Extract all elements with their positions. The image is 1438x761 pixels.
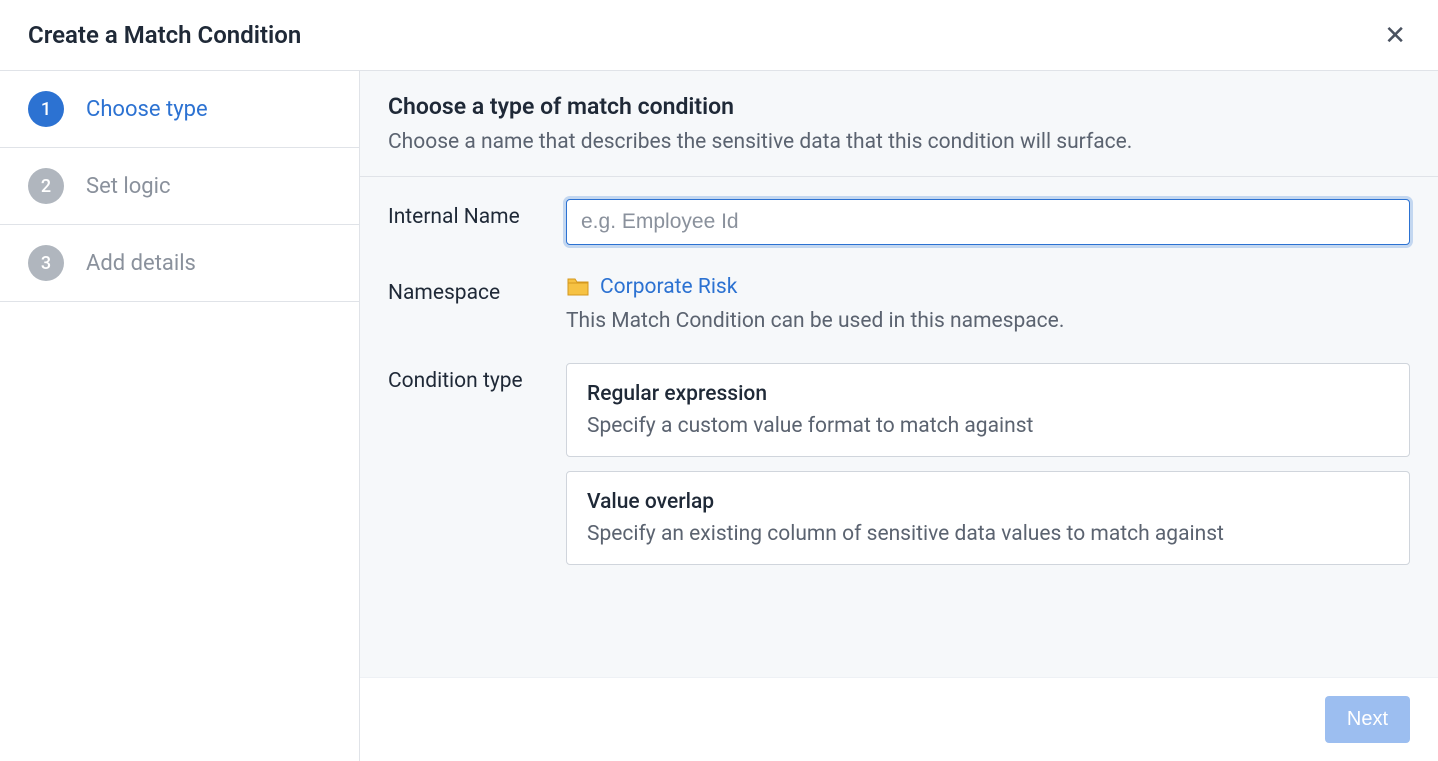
dialog-body: 1 Choose type 2 Set logic 3 Add details …: [0, 71, 1438, 761]
folder-icon: [566, 277, 590, 297]
step-label: Choose type: [86, 97, 208, 122]
section-title: Choose a type of match condition: [388, 93, 1410, 120]
condition-option-value-overlap[interactable]: Value overlap Specify an existing column…: [566, 471, 1410, 565]
namespace-link-text: Corporate Risk: [600, 275, 737, 299]
form-area: Internal Name Namespace Co: [360, 177, 1438, 677]
card-title: Value overlap: [587, 490, 1389, 514]
step-label: Add details: [86, 251, 196, 276]
wizard-step-choose-type[interactable]: 1 Choose type: [0, 71, 359, 148]
step-number: 2: [28, 168, 64, 204]
close-button[interactable]: ✕: [1380, 18, 1410, 52]
label-namespace: Namespace: [388, 275, 566, 333]
wizard-step-add-details[interactable]: 3 Add details: [0, 225, 359, 302]
section-header: Choose a type of match condition Choose …: [360, 71, 1438, 177]
step-number: 1: [28, 91, 64, 127]
internal-name-input[interactable]: [566, 199, 1410, 245]
label-condition-type: Condition type: [388, 363, 566, 579]
dialog-header: Create a Match Condition ✕: [0, 0, 1438, 71]
namespace-help-text: This Match Condition can be used in this…: [566, 309, 1410, 333]
row-internal-name: Internal Name: [388, 199, 1410, 245]
card-desc: Specify an existing column of sensitive …: [587, 522, 1389, 546]
wizard-sidebar: 1 Choose type 2 Set logic 3 Add details: [0, 71, 360, 761]
main-panel: Choose a type of match condition Choose …: [360, 71, 1438, 761]
card-desc: Specify a custom value format to match a…: [587, 414, 1389, 438]
condition-option-regex[interactable]: Regular expression Specify a custom valu…: [566, 363, 1410, 457]
section-subtitle: Choose a name that describes the sensiti…: [388, 130, 1410, 154]
step-number: 3: [28, 245, 64, 281]
step-label: Set logic: [86, 174, 171, 199]
wizard-step-set-logic[interactable]: 2 Set logic: [0, 148, 359, 225]
card-title: Regular expression: [587, 382, 1389, 406]
close-icon: ✕: [1384, 20, 1406, 50]
next-button[interactable]: Next: [1325, 696, 1410, 743]
dialog-footer: Next: [360, 677, 1438, 761]
row-namespace: Namespace Corporate Risk This Match Cond…: [388, 275, 1410, 333]
label-internal-name: Internal Name: [388, 199, 566, 245]
dialog-title: Create a Match Condition: [28, 21, 301, 49]
namespace-link[interactable]: Corporate Risk: [566, 275, 737, 299]
row-condition-type: Condition type Regular expression Specif…: [388, 363, 1410, 579]
